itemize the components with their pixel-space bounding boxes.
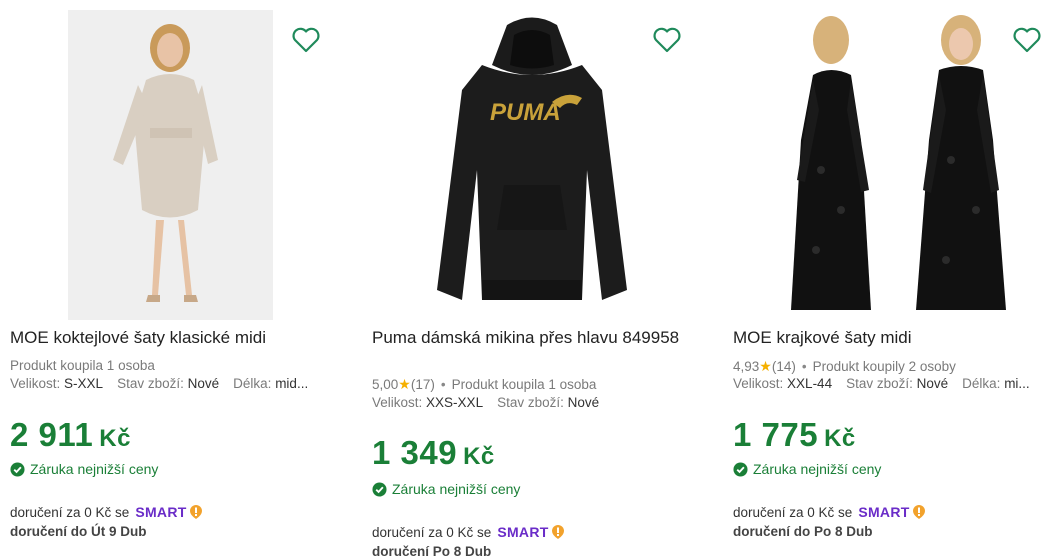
currency: Kč <box>463 443 495 470</box>
smart-alert-icon <box>189 505 202 519</box>
guarantee-text: Záruka nejnižší ceny <box>392 481 521 497</box>
price-value: 1 775 <box>733 416 819 453</box>
delivery-date: doručení do Út 9 Dub <box>10 524 147 539</box>
purchase-count: Produkt koupila 1 osoba <box>451 377 597 392</box>
condition-label: Stav zboží: <box>846 376 913 391</box>
purchase-count: Produkt koupila 1 osoba <box>10 358 155 373</box>
smart-logo[interactable]: SMART <box>135 504 186 520</box>
delivery-info: doručení za 0 Kč se SMART <box>372 524 565 540</box>
length-label: Délka: <box>233 376 272 391</box>
price: 1 349 Kč <box>372 434 495 472</box>
price-value: 1 349 <box>372 434 458 471</box>
smart-alert-icon <box>912 505 925 519</box>
delivery-info: doručení za 0 Kč se SMART <box>733 504 926 520</box>
size-label: Velikost: <box>372 395 423 410</box>
product-image[interactable]: PUMA <box>422 10 642 320</box>
currency: Kč <box>824 425 856 452</box>
product-card: MOE krajkové šaty midi 4,93★(14) • Produkt… <box>723 0 1053 559</box>
price: 2 911 Kč <box>10 416 131 454</box>
favorite-heart-icon[interactable] <box>651 24 683 56</box>
smart-logo[interactable]: SMART <box>497 524 548 540</box>
product-title[interactable]: MOE krajkové šaty midi <box>733 328 1053 348</box>
product-card: MOE koktejlové šaty klasické midi Produk… <box>0 0 340 559</box>
smart-logo[interactable]: SMART <box>858 504 909 520</box>
product-card: PUMA Puma dámská mikina přes hlavu 84995… <box>362 0 702 559</box>
product-title[interactable]: MOE koktejlové šaty klasické midi <box>10 328 330 348</box>
price-guarantee[interactable]: Záruka nejnižší ceny <box>10 461 158 477</box>
check-badge-icon <box>10 461 25 477</box>
length-label: Délka: <box>962 376 1001 391</box>
condition-label: Stav zboží: <box>117 376 184 391</box>
rating-row: 4,93★(14) • Produkt koupily 2 osoby <box>733 358 956 374</box>
size-value: XXS-XXL <box>426 395 484 410</box>
favorite-heart-icon[interactable] <box>1011 24 1043 56</box>
size-label: Velikost: <box>10 376 61 391</box>
product-attributes: Velikost: XXL-44 Stav zboží: Nové Délka: m… <box>733 375 1053 393</box>
price: 1 775 Kč <box>733 416 856 454</box>
rating-value: 4,93 <box>733 359 760 374</box>
favorite-heart-icon[interactable] <box>290 24 322 56</box>
delivery-date: doručení Po 8 Dub <box>372 544 492 559</box>
check-badge-icon <box>733 461 748 477</box>
length-value: mi... <box>1004 376 1030 391</box>
delivery-date: doručení do Po 8 Dub <box>733 524 873 539</box>
condition-value: Nové <box>567 395 600 410</box>
product-attributes: Velikost: XXS-XXL Stav zboží: Nové <box>372 394 702 412</box>
check-badge-icon <box>372 481 387 497</box>
delivery-info: doručení za 0 Kč se SMART <box>10 504 203 520</box>
rating-row: 5,00★(17) • Produkt koupila 1 osoba <box>372 376 597 392</box>
product-title[interactable]: Puma dámská mikina přes hlavu 849958 <box>372 328 692 348</box>
condition-value: Nové <box>916 376 949 391</box>
price-value: 2 911 <box>10 416 94 453</box>
delivery-text: doručení za 0 Kč se <box>372 524 492 540</box>
condition-value: Nové <box>187 376 220 391</box>
size-label: Velikost: <box>733 376 784 391</box>
product-attributes: Velikost: S-XXL Stav zboží: Nové Délka: mi… <box>10 375 340 393</box>
svg-text:PUMA: PUMA <box>490 99 561 126</box>
condition-label: Stav zboží: <box>497 395 564 410</box>
price-guarantee[interactable]: Záruka nejnižší ceny <box>733 461 881 477</box>
rating-value: 5,00 <box>372 377 399 392</box>
product-image[interactable] <box>68 10 273 320</box>
hoodie-photo-image: PUMA <box>422 10 642 320</box>
star-icon: ★ <box>759 358 772 374</box>
guarantee-text: Záruka nejnižší ceny <box>30 461 159 477</box>
review-count[interactable]: (14) <box>772 359 796 374</box>
size-value: S-XXL <box>64 376 104 391</box>
delivery-text: doručení za 0 Kč se <box>10 504 130 520</box>
star-icon: ★ <box>398 376 411 392</box>
purchase-count: Produkt koupily 2 osoby <box>812 359 956 374</box>
currency: Kč <box>99 425 131 452</box>
delivery-text: doručení za 0 Kč se <box>733 504 853 520</box>
review-count[interactable]: (17) <box>411 377 435 392</box>
guarantee-text: Záruka nejnižší ceny <box>753 461 882 477</box>
length-value: mid... <box>275 376 309 391</box>
size-value: XXL-44 <box>787 376 833 391</box>
product-image[interactable] <box>761 10 1031 320</box>
lace-dress-photo-image <box>761 10 1031 320</box>
price-guarantee[interactable]: Záruka nejnižší ceny <box>372 481 520 497</box>
smart-alert-icon <box>551 525 564 539</box>
dress-photo-image <box>68 10 273 320</box>
